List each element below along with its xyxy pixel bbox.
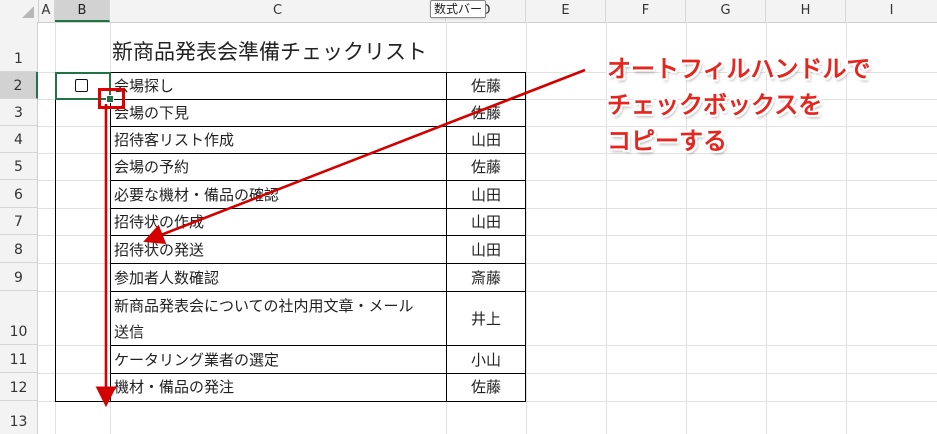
annotation-arrows: [95, 68, 586, 408]
diagonal-arrow: [143, 68, 586, 245]
